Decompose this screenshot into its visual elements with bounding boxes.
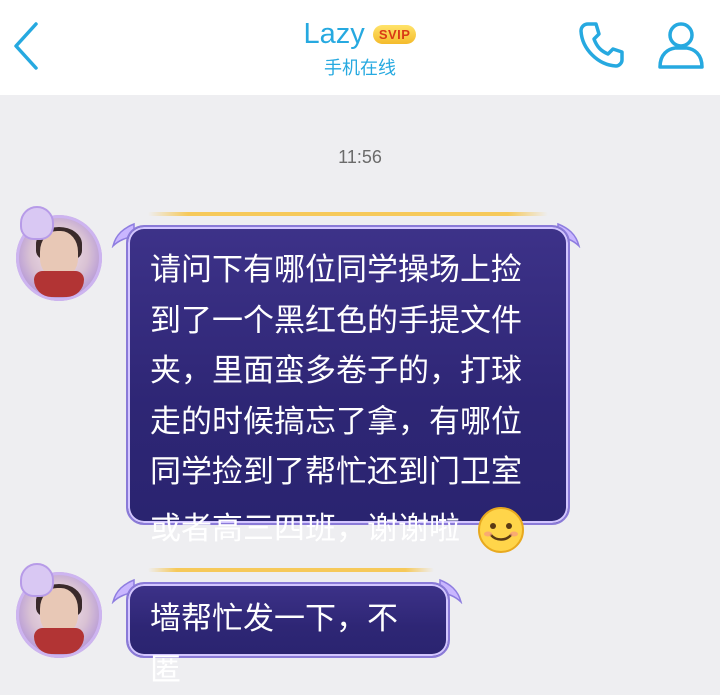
- message-text-tail-line: 或者高三四班，谢谢啦: [150, 504, 548, 556]
- message-text: 墙帮忙发一下，不匿: [150, 601, 398, 688]
- contact-name[interactable]: Lazy: [304, 18, 365, 51]
- profile-icon[interactable]: [654, 18, 708, 72]
- message-text: 请问下有哪位同学操场上捡到了一个黑红色的手提文件夹，里面蛮多卷子的，打球走的时候…: [150, 252, 522, 490]
- ghost-decoration-icon: [20, 563, 54, 597]
- message-timestamp: 11:56: [338, 147, 382, 167]
- avatar-shirt: [34, 628, 84, 654]
- bubble-gold-trim: [148, 568, 434, 572]
- phone-icon[interactable]: [574, 18, 628, 72]
- message-text-tail: 或者高三四班，谢谢啦: [150, 510, 460, 547]
- chat-header: Lazy SVIP 手机在线: [0, 0, 720, 95]
- bubble-gold-trim: [148, 212, 548, 216]
- avatar-shirt: [34, 271, 84, 297]
- message-bubble[interactable]: 墙帮忙发一下，不匿: [126, 582, 450, 688]
- message-bubble[interactable]: 请问下有哪位同学操场上捡到了一个黑红色的手提文件夹，里面蛮多卷子的，打球走的时候…: [126, 225, 570, 553]
- ghost-decoration-icon: [20, 206, 54, 240]
- smile-emoji-icon[interactable]: [476, 505, 526, 555]
- vip-badge[interactable]: SVIP: [372, 24, 417, 44]
